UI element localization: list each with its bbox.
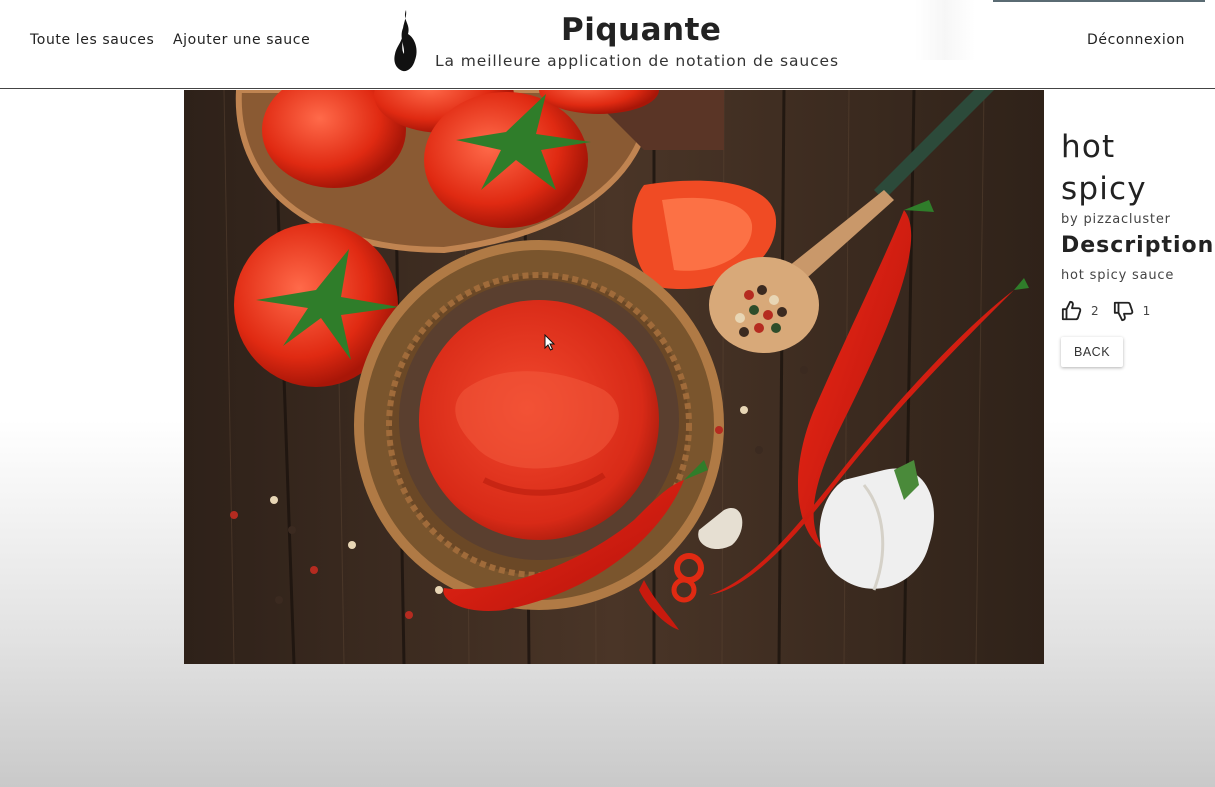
sauce-author: by pizzacluster <box>1061 212 1171 227</box>
like-count: 2 <box>1091 304 1099 318</box>
logout-link[interactable]: Déconnexion <box>1087 32 1185 48</box>
app-title: Piquante <box>561 12 722 48</box>
nav-add-sauce-link[interactable]: Ajouter une sauce <box>173 32 310 48</box>
sauce-detail-panel: hot spicy by pizzacluster Description ho… <box>1061 126 1215 367</box>
rating-row: 2 1 <box>1061 299 1211 323</box>
top-header: Toute les sauces Ajouter une sauce Piqua… <box>0 0 1215 89</box>
thumbs-down-icon[interactable] <box>1113 300 1135 322</box>
header-faded-shape <box>915 0 975 60</box>
sauce-image <box>184 90 1044 664</box>
description-heading: Description <box>1061 233 1215 258</box>
back-button[interactable]: BACK <box>1061 337 1124 367</box>
sauce-name: hot spicy <box>1061 129 1147 207</box>
mouse-pointer-icon <box>544 334 556 351</box>
description-text: hot spicy sauce <box>1061 268 1175 283</box>
flame-icon <box>394 10 417 72</box>
header-top-strip <box>993 0 1205 2</box>
nav-all-sauces-link[interactable]: Toute les sauces <box>30 32 154 48</box>
dislike-count: 1 <box>1142 304 1151 318</box>
thumbs-up-icon[interactable] <box>1061 300 1083 322</box>
app-subtitle: La meilleure application de notation de … <box>435 52 839 70</box>
